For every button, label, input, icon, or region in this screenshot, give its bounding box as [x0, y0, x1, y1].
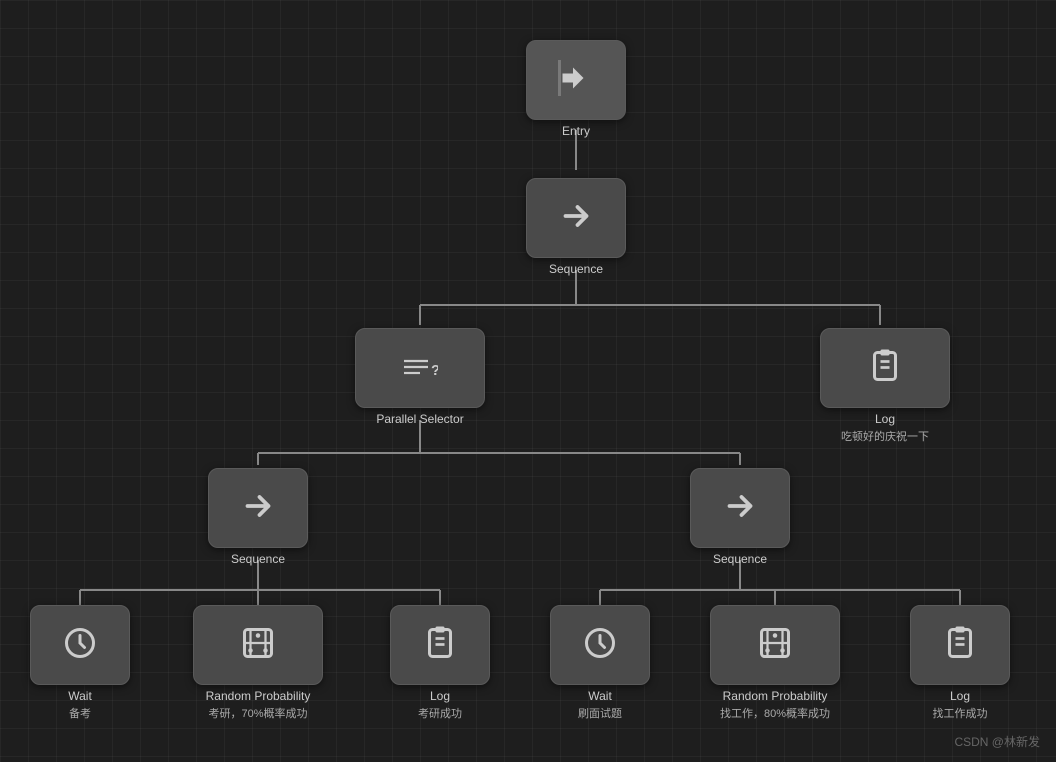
node-sequence1[interactable]: Sequence [526, 178, 626, 276]
log-top-label: Log [875, 412, 895, 426]
node-random2[interactable]: Random Probability 找工作，80%概率成功 [710, 605, 840, 721]
watermark: CSDN @林新发 [954, 733, 1040, 750]
wait2-sublabel: 刷面试题 [578, 705, 622, 721]
random1-label: Random Probability [206, 689, 311, 703]
svg-text:?: ? [431, 362, 438, 379]
log-top-sublabel: 吃顿好的庆祝一下 [841, 428, 929, 444]
sequence3-label: Sequence [713, 552, 767, 566]
log-top-icon [867, 348, 903, 389]
node-parallel-selector[interactable]: ? Parallel Selector [355, 328, 485, 426]
node-log2[interactable]: Log 找工作成功 [910, 605, 1010, 721]
sequence1-label: Sequence [549, 262, 603, 276]
log2-label: Log [950, 689, 970, 703]
random2-sublabel: 找工作，80%概率成功 [720, 705, 830, 721]
random1-sublabel: 考研，70%概率成功 [208, 705, 307, 721]
parallel-selector-icon: ? [402, 348, 438, 389]
node-sequence2[interactable]: Sequence [208, 468, 308, 566]
sequence1-icon [558, 198, 594, 239]
random2-label: Random Probability [723, 689, 828, 703]
node-log-top[interactable]: Log 吃顿好的庆祝一下 [820, 328, 950, 444]
sequence2-label: Sequence [231, 552, 285, 566]
wait2-label: Wait [588, 689, 612, 703]
log1-icon [422, 625, 458, 666]
node-wait2[interactable]: Wait 刷面试题 [550, 605, 650, 721]
entry-label: Entry [562, 124, 590, 138]
node-sequence3[interactable]: Sequence [690, 468, 790, 566]
entry-icon [558, 60, 594, 101]
node-wait1[interactable]: Wait 备考 [30, 605, 130, 721]
log1-sublabel: 考研成功 [418, 705, 462, 721]
log1-label: Log [430, 689, 450, 703]
wait1-sublabel: 备考 [69, 705, 91, 721]
parallel-selector-label: Parallel Selector [376, 412, 463, 426]
node-log1[interactable]: Log 考研成功 [390, 605, 490, 721]
wait2-icon [582, 625, 618, 666]
node-random1[interactable]: Random Probability 考研，70%概率成功 [193, 605, 323, 721]
random1-icon [240, 625, 276, 666]
wait1-label: Wait [68, 689, 92, 703]
wait1-icon [62, 625, 98, 666]
sequence2-icon [240, 488, 276, 529]
node-entry[interactable]: Entry [526, 40, 626, 138]
sequence3-icon [722, 488, 758, 529]
log2-icon [942, 625, 978, 666]
random2-icon [757, 625, 793, 666]
log2-sublabel: 找工作成功 [933, 705, 988, 721]
